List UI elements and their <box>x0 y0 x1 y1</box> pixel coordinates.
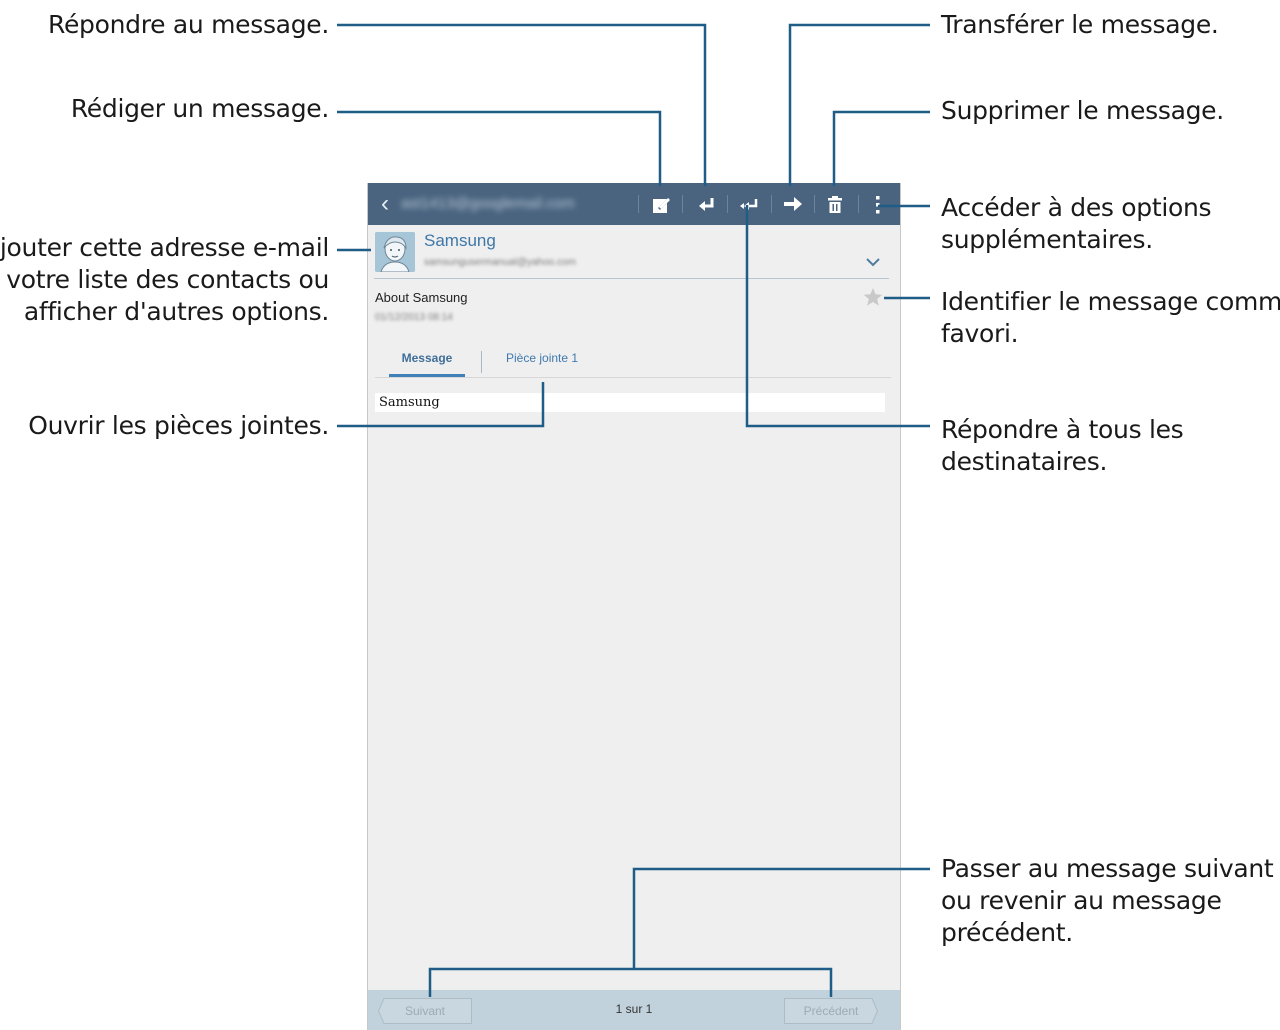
leader-compose <box>337 110 662 186</box>
next-message-button[interactable]: Suivant <box>378 998 472 1024</box>
leader-delete <box>832 110 930 186</box>
message-tabs: Message Pièce jointe 1 <box>368 343 900 379</box>
sender-row[interactable]: Samsung samsungusermanual@yahoo.com <box>368 225 900 281</box>
action-bar: ‹ ast1413@googlemail.com <box>368 183 900 225</box>
navigation-bar: Suivant 1 sur 1 Précédent <box>368 990 900 1030</box>
reply-all-icon[interactable] <box>732 187 766 221</box>
chevron-down-icon[interactable] <box>862 253 884 271</box>
account-title: ast1413@googlemail.com <box>401 195 575 212</box>
message-subject: About Samsung <box>375 290 468 305</box>
action-separator <box>638 195 639 213</box>
next-label: Suivant <box>404 1004 446 1018</box>
delete-icon[interactable] <box>818 187 852 221</box>
more-options-icon[interactable] <box>861 187 895 221</box>
divider <box>375 377 891 378</box>
action-separator <box>771 195 772 213</box>
tab-attachment[interactable]: Pièce jointe 1 <box>506 351 578 379</box>
message-body: Samsung <box>375 393 885 412</box>
callout-favorite: Identifier le message comme favori. <box>941 287 1280 348</box>
action-separator <box>727 195 728 213</box>
previous-message-button[interactable]: Précédent <box>784 998 878 1024</box>
callout-more-options: Accéder à des options supplémentaires. <box>941 193 1212 254</box>
email-screen: ‹ ast1413@googlemail.com Samsung samsung… <box>367 183 901 1030</box>
back-icon[interactable]: ‹ <box>374 189 396 219</box>
sender-email: samsungusermanual@yahoo.com <box>424 257 576 268</box>
reply-icon[interactable] <box>689 187 723 221</box>
callout-reply: Répondre au message. <box>48 10 329 39</box>
tab-separator <box>481 351 482 373</box>
callout-navigate: Passer au message suivant ou revenir au … <box>941 854 1274 947</box>
callout-compose: Rédiger un message. <box>70 94 329 123</box>
divider <box>374 278 889 279</box>
sender-name: Samsung <box>424 231 496 250</box>
tab-message[interactable]: Message <box>389 351 465 377</box>
action-separator <box>682 195 683 213</box>
leader-reply <box>337 23 707 186</box>
action-separator <box>814 195 815 213</box>
message-date: 01/12/2013 08:14 <box>375 312 453 323</box>
contact-avatar-icon <box>375 232 415 272</box>
star-icon[interactable] <box>862 286 884 308</box>
callout-contact: Ajouter cette adresse e-mail à votre lis… <box>0 233 329 326</box>
callout-delete: Supprimer le message. <box>941 96 1224 125</box>
avatar[interactable] <box>375 232 415 272</box>
previous-label: Précédent <box>803 1004 859 1018</box>
action-separator <box>858 195 859 213</box>
compose-icon[interactable] <box>644 187 678 221</box>
forward-icon[interactable] <box>776 187 810 221</box>
leader-forward <box>788 23 930 186</box>
callout-attachments: Ouvrir les pièces jointes. <box>28 411 329 440</box>
page-indicator: 1 sur 1 <box>615 1002 653 1016</box>
callout-forward: Transférer le message. <box>941 10 1219 39</box>
callout-reply-all: Répondre à tous les destinataires. <box>941 415 1184 476</box>
